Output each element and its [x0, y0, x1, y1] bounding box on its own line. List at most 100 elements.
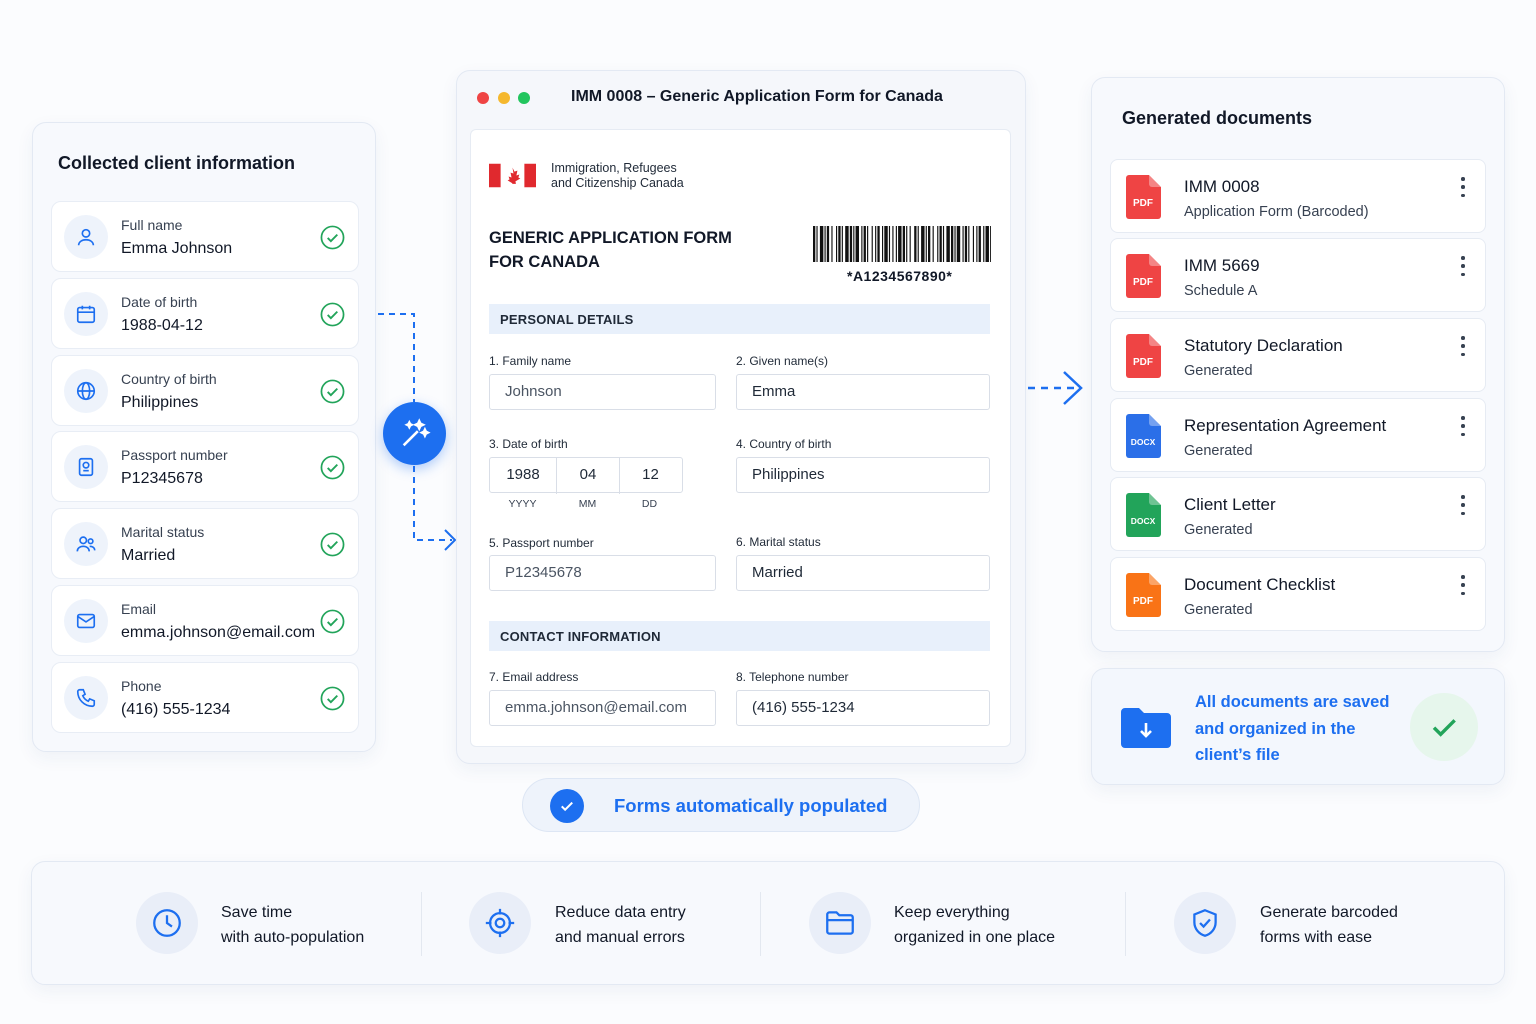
marital-field[interactable]: Married	[736, 555, 990, 591]
benefit-line: forms with ease	[1260, 929, 1373, 946]
benefit-organized: Keep everything organized in one place	[894, 900, 1055, 950]
more-options-icon[interactable]	[1456, 336, 1470, 356]
form-sheet: Immigration, Refugees and Citizenship Ca…	[470, 129, 1011, 747]
divider	[1125, 892, 1126, 956]
document-status: Generated	[1184, 363, 1253, 379]
window-minimize-dot[interactable]	[498, 92, 510, 104]
document-name: Document Checklist	[1184, 575, 1336, 594]
given-name-field[interactable]: Emma	[736, 374, 990, 410]
dob-year-hint: YYYY	[508, 498, 537, 510]
file-type-label: DOCX	[1131, 516, 1156, 526]
document-row[interactable]: DOCX Client Letter Generated	[1110, 477, 1486, 551]
document-row[interactable]: DOCX Representation Agreement Generated	[1110, 398, 1486, 472]
file-type-label: PDF	[1133, 357, 1153, 368]
more-options-icon[interactable]	[1456, 177, 1470, 197]
canada-flag-icon	[489, 163, 536, 188]
given-name-label: 2. Given name(s)	[736, 354, 829, 368]
dob-field: 1988 04 12	[489, 457, 683, 494]
file-type-label: DOCX	[1131, 437, 1156, 447]
document-row[interactable]: PDF Statutory Declaration Generated	[1110, 318, 1486, 392]
email-field[interactable]: emma.johnson@email.com	[489, 690, 716, 726]
benefit-line: Reduce data entry	[555, 904, 686, 921]
saved-notice-text: All documents are saved and organized in…	[1195, 693, 1390, 764]
benefit-line: and manual errors	[555, 929, 685, 946]
dob-month-hint: MM	[578, 498, 597, 510]
folder-download-icon	[1121, 708, 1171, 748]
barcode-text: *A1234567890*	[847, 268, 953, 284]
benefit-line: organized in one place	[894, 929, 1056, 946]
document-name: Client Letter	[1184, 495, 1276, 514]
document-row[interactable]: PDF IMM 5669 Schedule A	[1110, 238, 1486, 312]
folder-icon	[809, 892, 871, 954]
document-row[interactable]: PDF IMM 0008 Application Form (Barcoded)	[1110, 159, 1486, 233]
document-name: Representation Agreement	[1184, 416, 1387, 435]
benefit-barcoded-forms: Generate barcoded forms with ease	[1260, 900, 1398, 950]
target-icon	[469, 892, 531, 954]
more-options-icon[interactable]	[1456, 416, 1470, 436]
clock-icon	[136, 892, 198, 954]
form-window: IMM 0008 – Generic Application Form for …	[456, 70, 1026, 764]
divider	[421, 892, 422, 956]
form-window-title: IMM 0008 – Generic Application Form for …	[571, 88, 943, 105]
form-title-line: GENERIC APPLICATION FORM	[489, 229, 732, 247]
dob-day-hint: DD	[641, 498, 658, 510]
document-status: Generated	[1184, 522, 1253, 538]
document-name: IMM 5669	[1184, 256, 1260, 275]
country-field[interactable]: Philippines	[736, 457, 990, 493]
more-options-icon[interactable]	[1456, 256, 1470, 276]
file-pdf-icon: PDF	[1126, 573, 1161, 617]
family-name-field[interactable]: Johnson	[489, 374, 716, 410]
more-options-icon[interactable]	[1456, 575, 1470, 595]
benefit-line: Keep everything	[894, 904, 1010, 921]
phone-label: 8. Telephone number	[736, 670, 849, 684]
agency-line: Immigration, Refugees	[551, 161, 677, 175]
agency-name: Immigration, Refugees and Citizenship Ca…	[551, 161, 684, 191]
file-type-label: PDF	[1133, 198, 1153, 209]
form-title-line: FOR CANADA	[489, 253, 600, 271]
file-pdf-icon: PDF	[1126, 254, 1161, 298]
benefit-line: with auto-population	[221, 929, 365, 946]
file-docx-icon: DOCX	[1126, 414, 1161, 458]
document-status: Application Form (Barcoded)	[1184, 204, 1369, 220]
more-options-icon[interactable]	[1456, 495, 1470, 515]
shield-check-icon	[1174, 892, 1236, 954]
saved-notice-panel: All documents are saved and organized in…	[1091, 668, 1505, 785]
file-pdf-icon: PDF	[1126, 334, 1161, 378]
magic-wand-icon	[402, 417, 431, 446]
passport-field[interactable]: P12345678	[489, 555, 716, 591]
section-personal-details: PERSONAL DETAILS	[489, 304, 990, 334]
divider	[760, 892, 761, 956]
generated-documents-panel: Generated documents PDF IMM 0008 Applicati…	[1091, 77, 1505, 652]
agency-line: and Citizenship Canada	[551, 176, 684, 190]
benefit-line: Save time	[221, 904, 293, 921]
check-icon	[550, 789, 584, 823]
benefit-reduce-errors: Reduce data entry and manual errors	[555, 900, 686, 950]
dob-month-field[interactable]: 04	[557, 458, 620, 494]
section-contact-information: CONTACT INFORMATION	[489, 621, 990, 651]
document-status: Schedule A	[1184, 283, 1258, 299]
window-close-dot[interactable]	[477, 92, 489, 104]
document-name: IMM 0008	[1184, 177, 1260, 196]
benefit-line: Generate barcoded	[1260, 904, 1398, 921]
document-row[interactable]: PDF Document Checklist Generated	[1110, 557, 1486, 631]
form-title: GENERIC APPLICATION FORM FOR CANADA	[489, 226, 732, 274]
window-maximize-dot[interactable]	[518, 92, 530, 104]
success-check-icon	[1410, 693, 1478, 761]
document-status: Generated	[1184, 602, 1253, 618]
phone-field[interactable]: (416) 555-1234	[736, 690, 990, 726]
file-type-label: PDF	[1133, 277, 1153, 288]
dob-year-field[interactable]: 1988	[490, 458, 557, 494]
generated-documents-title: Generated documents	[1122, 108, 1313, 128]
auto-populated-label: Forms automatically populated	[614, 795, 888, 816]
benefit-save-time: Save time with auto-population	[221, 900, 364, 950]
magic-wand-button[interactable]	[383, 402, 446, 465]
file-docx-icon: DOCX	[1126, 493, 1161, 537]
auto-populated-badge: Forms automatically populated	[522, 778, 920, 832]
document-status: Generated	[1184, 443, 1253, 459]
email-label: 7. Email address	[489, 670, 579, 684]
dob-label: 3. Date of birth	[489, 437, 568, 451]
family-name-label: 1. Family name	[489, 354, 572, 368]
file-type-label: PDF	[1133, 596, 1153, 607]
dob-day-field[interactable]: 12	[620, 458, 681, 494]
benefits-bar: Save time with auto-population Reduce da…	[31, 861, 1505, 985]
